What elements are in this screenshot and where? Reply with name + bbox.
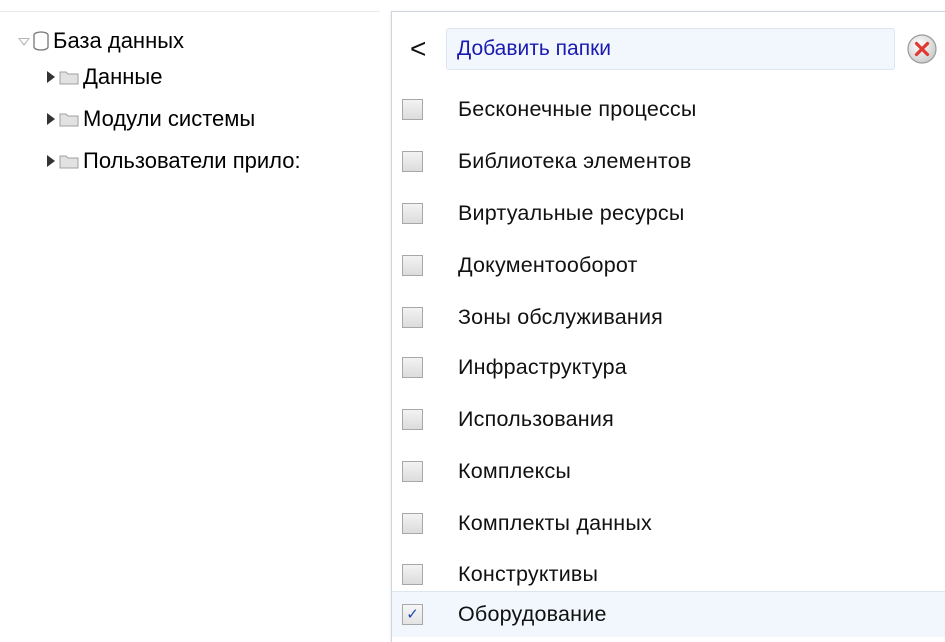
tree-node-label: Пользователи прило: bbox=[83, 148, 301, 173]
checkbox[interactable] bbox=[402, 563, 423, 585]
folder-icon bbox=[59, 113, 79, 127]
list-item-label: Комплексы bbox=[458, 458, 572, 483]
checkbox-checked[interactable]: ✓ bbox=[402, 604, 423, 625]
database-tree: База данных Данные Модули системы Пользо… bbox=[0, 0, 380, 633]
list-item-label: Виртуальные ресурсы bbox=[458, 200, 685, 225]
expand-closed-icon[interactable] bbox=[47, 71, 55, 83]
list-item-label: Библиотека элементов bbox=[458, 148, 692, 173]
list-item-label: Комплекты данных bbox=[458, 510, 652, 535]
list-item[interactable]: Зоны обслуживания bbox=[392, 294, 945, 340]
checkbox[interactable] bbox=[402, 98, 423, 120]
tree-node-root[interactable]: База данных bbox=[18, 26, 184, 56]
list-item[interactable]: Комплексы bbox=[392, 448, 945, 494]
checkbox[interactable] bbox=[402, 512, 423, 534]
list-item[interactable]: Бесконечные процессы bbox=[392, 86, 945, 132]
checkbox[interactable] bbox=[402, 460, 423, 482]
list-item[interactable]: Библиотека элементов bbox=[392, 138, 945, 184]
tree-node-modules[interactable]: Модули системы bbox=[47, 104, 255, 134]
list-item-label: Зоны обслуживания bbox=[458, 304, 664, 329]
tree-node-data[interactable]: Данные bbox=[47, 62, 162, 92]
list-item[interactable]: Использования bbox=[392, 396, 945, 442]
checkbox[interactable] bbox=[402, 202, 423, 224]
database-icon bbox=[33, 31, 49, 51]
checkbox[interactable] bbox=[402, 150, 423, 172]
tree-root-label: База данных bbox=[53, 28, 185, 53]
expand-open-icon[interactable] bbox=[18, 38, 30, 46]
checkbox[interactable] bbox=[402, 356, 423, 378]
checkbox[interactable] bbox=[402, 306, 423, 328]
list-item[interactable]: Комплекты данных bbox=[392, 500, 945, 546]
tree-node-label: Модули системы bbox=[83, 106, 256, 131]
checkbox[interactable] bbox=[402, 254, 423, 276]
back-button[interactable]: < bbox=[410, 34, 434, 64]
folder-icon bbox=[59, 155, 79, 169]
list-item[interactable]: Виртуальные ресурсы bbox=[392, 190, 945, 236]
checkmark-icon: ✓ bbox=[406, 606, 419, 623]
list-item-label: Бесконечные процессы bbox=[458, 96, 697, 121]
list-item-selected[interactable]: ✓ Оборудование bbox=[392, 591, 945, 637]
list-item-label: Использования bbox=[458, 406, 614, 431]
list-item[interactable]: Документооборот bbox=[392, 242, 945, 288]
expand-closed-icon[interactable] bbox=[47, 113, 55, 125]
checkbox[interactable] bbox=[402, 408, 423, 430]
list-item-label: Оборудование bbox=[458, 602, 607, 626]
panel-header: < Добавить папки bbox=[392, 12, 945, 80]
list-item-label: Документооборот bbox=[458, 252, 638, 277]
add-folders-panel: < Добавить папки Бесконечные процессы Би… bbox=[391, 11, 945, 642]
close-icon[interactable] bbox=[906, 33, 938, 65]
list-item[interactable]: Инфраструктура bbox=[392, 344, 945, 390]
list-item-label: Конструктивы bbox=[458, 561, 599, 586]
tree-node-label: Данные bbox=[83, 64, 163, 89]
tree-node-users[interactable]: Пользователи прило: bbox=[47, 146, 301, 176]
add-folders-field[interactable]: Добавить папки bbox=[446, 28, 895, 70]
list-item-label: Инфраструктура bbox=[458, 354, 627, 379]
folder-icon bbox=[59, 71, 79, 85]
expand-closed-icon[interactable] bbox=[47, 155, 55, 167]
